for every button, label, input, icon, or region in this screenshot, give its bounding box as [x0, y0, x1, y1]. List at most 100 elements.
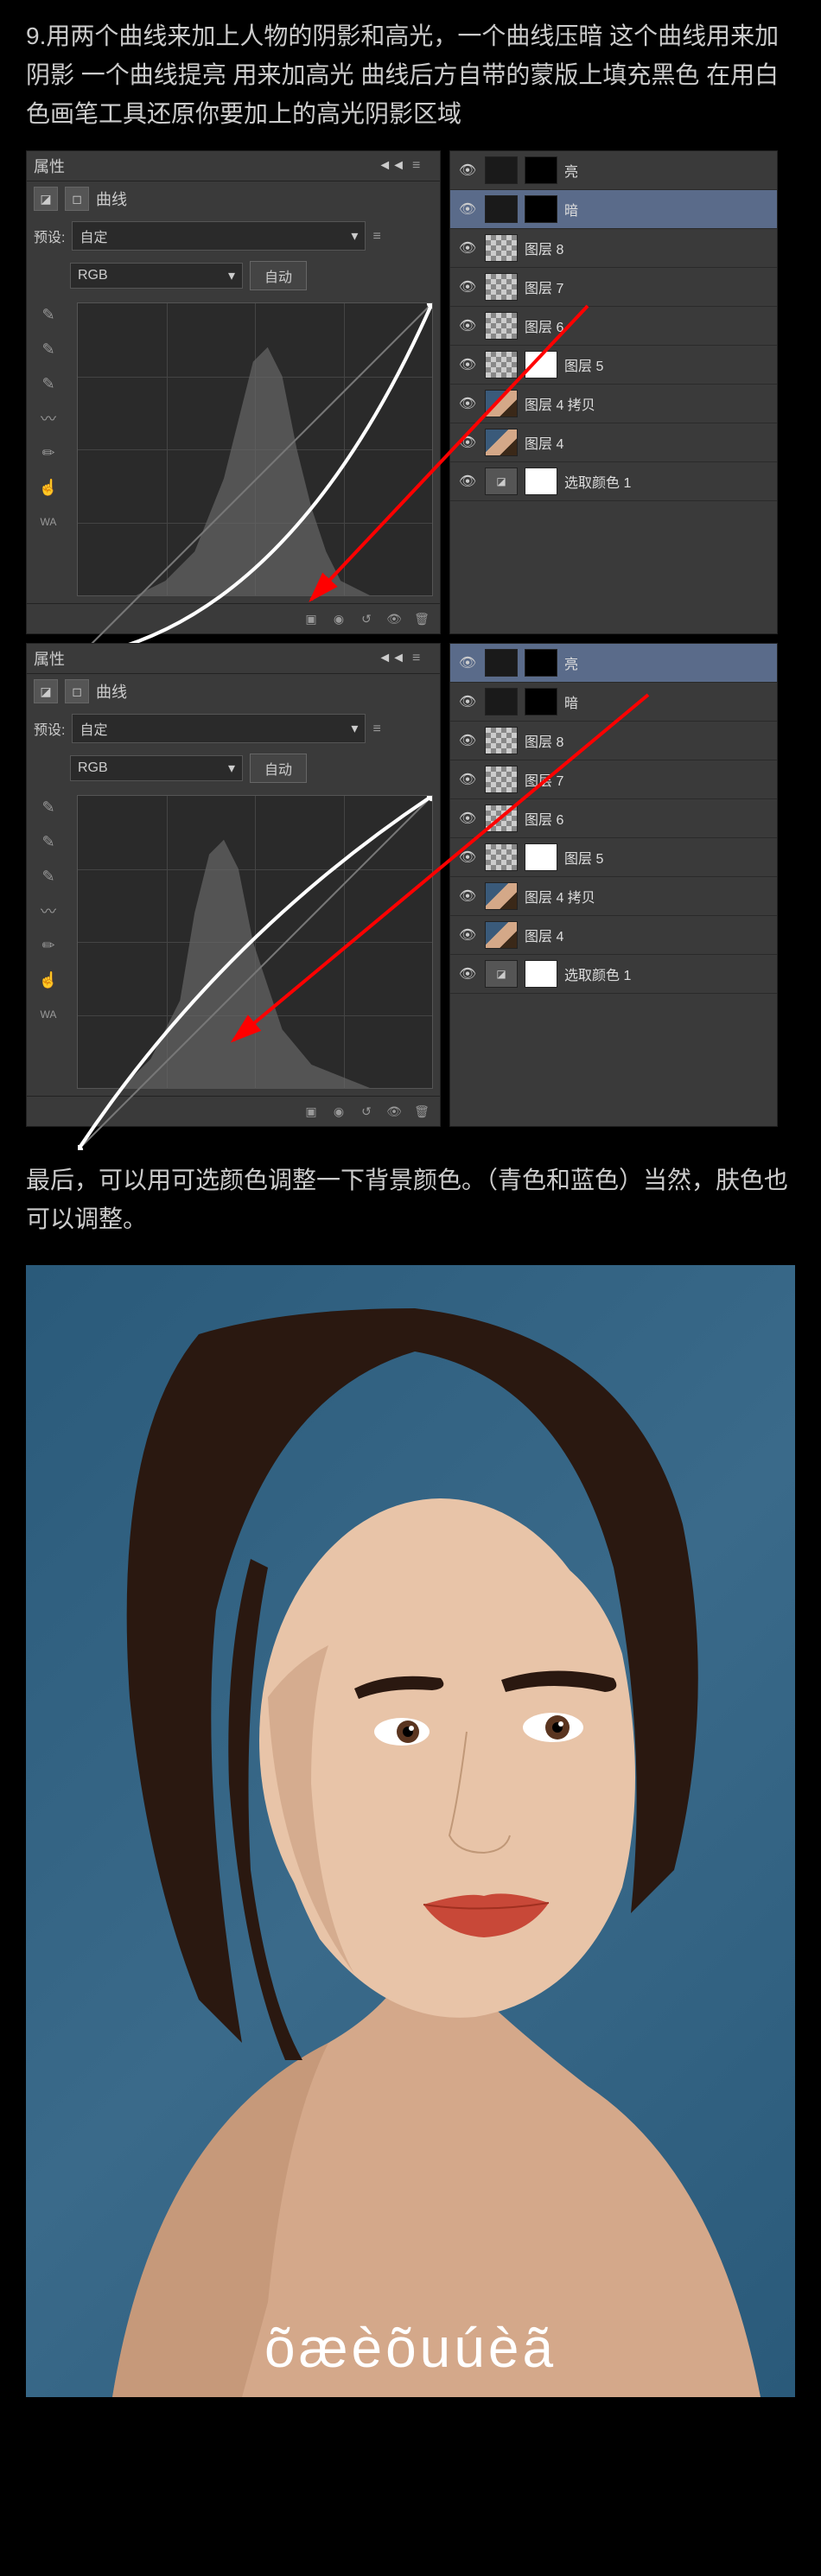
eyedropper-icon[interactable]: ✎	[35, 830, 62, 854]
layer-thumb[interactable]	[485, 766, 518, 793]
adjustment-icon[interactable]: ◪	[34, 679, 58, 703]
curve-editor[interactable]	[77, 302, 433, 596]
layer-thumb[interactable]	[485, 195, 518, 223]
channel-dropdown[interactable]: RGB▾	[70, 755, 243, 781]
auto-button[interactable]: 自动	[250, 261, 307, 290]
layer-thumb[interactable]: ◪	[485, 467, 518, 495]
preset-dropdown[interactable]: 自定▾	[72, 221, 366, 251]
hand-icon[interactable]: ☝	[35, 968, 62, 992]
layer-row[interactable]: 👁亮	[450, 151, 777, 190]
layer-name: 图层 4	[525, 432, 563, 453]
curve-editor[interactable]	[77, 795, 433, 1089]
layer-name: 图层 7	[525, 277, 563, 297]
visibility-icon[interactable]: 👁	[457, 162, 478, 179]
layer-thumb[interactable]	[485, 649, 518, 677]
mask-thumb[interactable]	[525, 843, 557, 871]
wa-icon[interactable]: WA	[35, 510, 62, 534]
layer-thumb[interactable]	[485, 921, 518, 949]
eyedropper-icon[interactable]: ✎	[35, 337, 62, 361]
layer-row[interactable]: 👁图层 5	[450, 838, 777, 877]
mask-icon[interactable]: ◻	[65, 679, 89, 703]
channel-dropdown[interactable]: RGB▾	[70, 263, 243, 289]
layer-row[interactable]: 👁◪选取颜色 1	[450, 955, 777, 994]
visibility-icon[interactable]: 👁	[457, 810, 478, 827]
eyedropper-icon[interactable]: ✎	[35, 864, 62, 888]
visibility-icon[interactable]: 👁	[457, 732, 478, 749]
visibility-icon[interactable]: 👁	[457, 434, 478, 451]
layer-row[interactable]: 👁 图层 4 拷贝	[450, 385, 777, 423]
visibility-icon[interactable]: 👁	[457, 356, 478, 373]
visibility-icon[interactable]: 👁	[457, 473, 478, 490]
layer-name: 图层 4 拷贝	[525, 393, 595, 414]
panel-menu-icon[interactable]: ≡	[372, 722, 393, 735]
layer-row[interactable]: 👁图层 6	[450, 799, 777, 838]
adjustment-icon[interactable]: ◪	[34, 187, 58, 211]
layer-row[interactable]: 👁图层 4 拷贝	[450, 877, 777, 916]
visibility-icon[interactable]: 👁	[457, 317, 478, 334]
layer-thumb[interactable]	[485, 882, 518, 910]
layer-name: 图层 7	[525, 769, 563, 790]
visibility-icon[interactable]: 👁	[457, 278, 478, 296]
visibility-icon[interactable]: 👁	[457, 654, 478, 671]
layer-row[interactable]: 👁图层 6	[450, 307, 777, 346]
visibility-icon[interactable]: 👁	[457, 849, 478, 866]
layer-thumb[interactable]	[485, 390, 518, 417]
layer-thumb[interactable]	[485, 312, 518, 340]
curve-tool-icon[interactable]: 〰	[35, 406, 62, 430]
visibility-icon[interactable]: 👁	[457, 239, 478, 257]
visibility-icon[interactable]: 👁	[457, 771, 478, 788]
layer-row[interactable]: 👁亮	[450, 644, 777, 683]
mask-thumb[interactable]	[525, 649, 557, 677]
layer-row[interactable]: 👁◪选取颜色 1	[450, 462, 777, 501]
visibility-icon[interactable]: 👁	[457, 200, 478, 218]
mask-thumb[interactable]	[525, 351, 557, 378]
mask-icon[interactable]: ◻	[65, 187, 89, 211]
layer-row[interactable]: 👁暗	[450, 683, 777, 722]
pencil-icon[interactable]: ✏	[35, 933, 62, 957]
layer-thumb[interactable]	[485, 805, 518, 832]
eyedropper-icon[interactable]: ✎	[35, 795, 62, 819]
layer-thumb[interactable]	[485, 273, 518, 301]
layer-name: 亮	[564, 160, 578, 181]
mask-thumb[interactable]	[525, 960, 557, 988]
collapse-icon[interactable]: ◄◄	[378, 158, 405, 174]
layer-thumb[interactable]	[485, 351, 518, 378]
eyedropper-icon[interactable]: ✎	[35, 302, 62, 327]
panel-menu-icon[interactable]: ≡	[372, 229, 393, 243]
layer-thumb[interactable]	[485, 688, 518, 716]
wa-icon[interactable]: WA	[35, 1002, 62, 1027]
collapse-icon[interactable]: ◄◄	[378, 651, 405, 666]
layer-row[interactable]: 👁图层 8	[450, 722, 777, 760]
auto-button[interactable]: 自动	[250, 754, 307, 783]
preset-dropdown[interactable]: 自定▾	[72, 714, 366, 743]
layer-thumb[interactable]	[485, 727, 518, 754]
visibility-icon[interactable]: 👁	[457, 395, 478, 412]
layer-thumb[interactable]	[485, 234, 518, 262]
visibility-icon[interactable]: 👁	[457, 693, 478, 710]
layer-thumb[interactable]: ◪	[485, 960, 518, 988]
layer-thumb[interactable]	[485, 429, 518, 456]
visibility-icon[interactable]: 👁	[457, 965, 478, 983]
eyedropper-icon[interactable]: ✎	[35, 372, 62, 396]
menu-icon[interactable]: ≡	[412, 158, 433, 172]
mask-thumb[interactable]	[525, 688, 557, 716]
mask-thumb[interactable]	[525, 467, 557, 495]
layer-row[interactable]: 👁暗	[450, 190, 777, 229]
visibility-icon[interactable]: 👁	[457, 887, 478, 905]
menu-icon[interactable]: ≡	[412, 651, 433, 665]
layer-thumb[interactable]	[485, 843, 518, 871]
hand-icon[interactable]: ☝	[35, 475, 62, 499]
layer-row[interactable]: 👁 图层 7	[450, 268, 777, 307]
watermark: õæèõuúèã	[264, 2316, 557, 2380]
layer-row[interactable]: 👁 图层 4	[450, 423, 777, 462]
mask-thumb[interactable]	[525, 156, 557, 184]
mask-thumb[interactable]	[525, 195, 557, 223]
visibility-icon[interactable]: 👁	[457, 926, 478, 944]
layer-row[interactable]: 👁 图层 7	[450, 760, 777, 799]
layer-thumb[interactable]	[485, 156, 518, 184]
layer-row[interactable]: 👁图层 4	[450, 916, 777, 955]
pencil-icon[interactable]: ✏	[35, 441, 62, 465]
layer-row[interactable]: 👁图层 5	[450, 346, 777, 385]
layer-row[interactable]: 👁图层 8	[450, 229, 777, 268]
curve-tool-icon[interactable]: 〰	[35, 899, 62, 923]
